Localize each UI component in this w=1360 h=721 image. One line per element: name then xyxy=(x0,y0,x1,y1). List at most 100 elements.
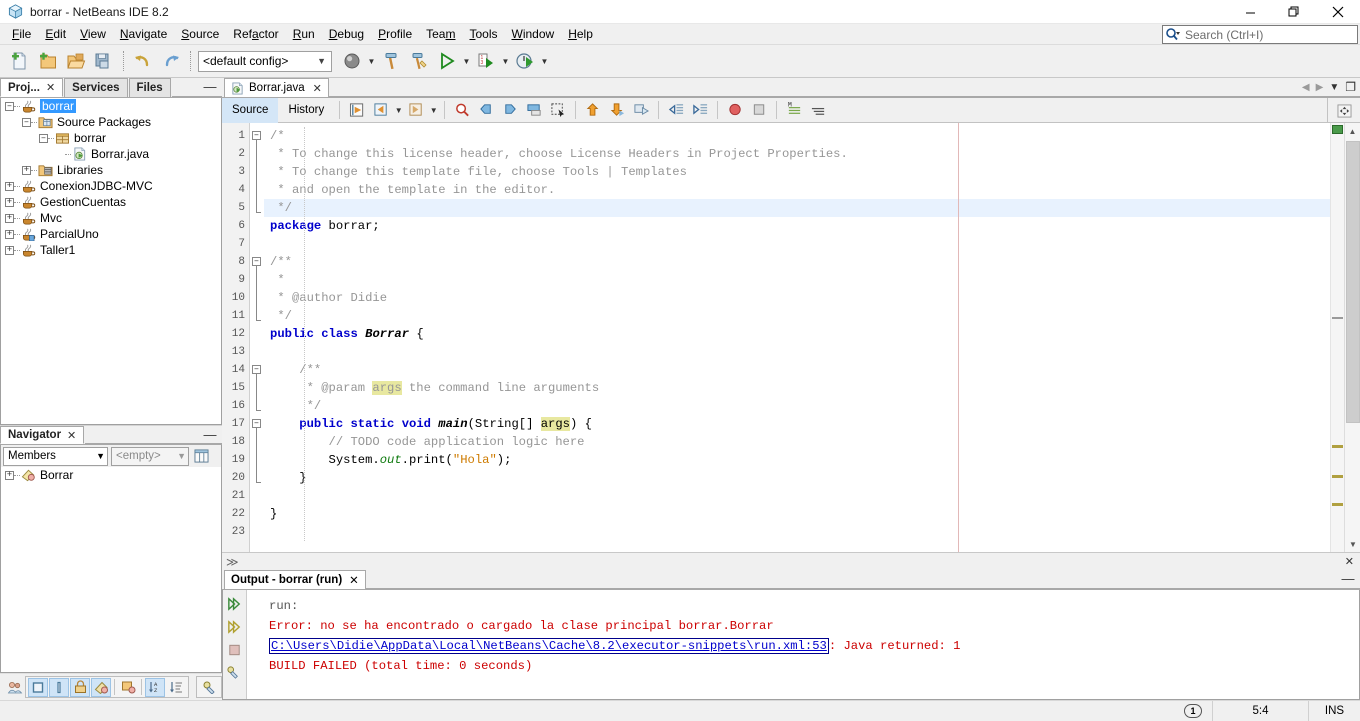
code-line[interactable]: } xyxy=(264,469,1330,487)
code-line[interactable]: /** xyxy=(264,253,1330,271)
run-project-icon[interactable] xyxy=(433,47,461,75)
tab-source[interactable]: Source xyxy=(222,97,279,123)
close-icon[interactable]: ✕ xyxy=(1345,555,1354,568)
tab-history[interactable]: History xyxy=(278,98,334,123)
undo-icon[interactable] xyxy=(129,47,157,75)
tree-item-borrar-java[interactable]: Borrar.java xyxy=(1,146,221,162)
hammer-icon[interactable] xyxy=(377,47,405,75)
find-selection-icon[interactable] xyxy=(450,99,474,121)
minimize-window-icon[interactable]: — xyxy=(1340,572,1356,585)
scroll-up-icon[interactable]: ▲ xyxy=(1345,123,1360,139)
code-line[interactable]: } xyxy=(264,505,1330,523)
collapse-toggle-icon[interactable]: – xyxy=(5,101,14,111)
scroll-tabs-left-icon[interactable]: ◀ xyxy=(1302,82,1310,93)
error-stripe-bar[interactable] xyxy=(1330,123,1344,552)
editor-vertical-scrollbar[interactable]: ▲ ▼ xyxy=(1344,123,1360,552)
stop-macro-recording-icon[interactable] xyxy=(747,99,771,121)
code-editor[interactable]: 1 2 3 4 5 6 7 8 9 10 11 12 13 14 15 16 17 18 19 20 21 22 23 – –… xyxy=(222,123,1360,552)
show-non-public-icon[interactable] xyxy=(70,677,90,697)
tree-item-parcialuno[interactable]: + ParcialUno xyxy=(1,226,221,242)
scrollbar-thumb[interactable] xyxy=(1346,141,1360,423)
tab-output-borrar-run[interactable]: Output - borrar (run) ✕ xyxy=(224,570,366,589)
menu-refactor[interactable]: Refactor xyxy=(226,25,285,44)
menu-file[interactable]: File xyxy=(5,25,38,44)
menu-window[interactable]: Window xyxy=(505,25,562,44)
tree-item-mvc[interactable]: + Mvc xyxy=(1,210,221,226)
close-button[interactable] xyxy=(1316,0,1360,24)
code-line[interactable]: * and open the template in the editor. xyxy=(264,181,1330,199)
code-line[interactable]: public static void main(String[] args) { xyxy=(264,415,1330,433)
projects-tree[interactable]: – borrar – Source Packages – borrar Borrar.jav… xyxy=(0,98,222,425)
menu-run[interactable]: Run xyxy=(286,25,322,44)
menu-team[interactable]: Team xyxy=(419,25,462,44)
expand-toggle-icon[interactable]: + xyxy=(5,245,14,255)
show-fields-icon[interactable] xyxy=(28,677,48,697)
show-constructors-icon[interactable] xyxy=(49,677,69,697)
debug-dropdown-arrow-icon[interactable]: ▼ xyxy=(500,57,511,66)
code-line[interactable]: * To change this license header, choose … xyxy=(264,145,1330,163)
shift-left-icon[interactable] xyxy=(664,99,688,121)
scroll-down-icon[interactable]: ▼ xyxy=(1345,536,1360,552)
tree-item-libraries[interactable]: + Libraries xyxy=(1,162,221,178)
code-line[interactable] xyxy=(264,523,1330,541)
expand-toggle-icon[interactable]: + xyxy=(5,181,14,191)
code-line[interactable]: /** xyxy=(264,361,1330,379)
code-line[interactable] xyxy=(264,487,1330,505)
previous-error-icon[interactable] xyxy=(581,99,605,121)
run-dropdown-arrow-icon[interactable]: ▼ xyxy=(461,57,472,66)
code-text-area[interactable]: /* * To change this license header, choo… xyxy=(264,123,1330,552)
tree-item-gestioncuentas[interactable]: + GestionCuentas xyxy=(1,194,221,210)
code-line[interactable]: System.out.print("Hola"); xyxy=(264,451,1330,469)
code-line[interactable]: * To change this template file, choose T… xyxy=(264,163,1330,181)
output-text[interactable]: run: Error: no se ha encontrado o cargado… xyxy=(247,590,1359,699)
expand-toggle-icon[interactable]: + xyxy=(5,470,14,480)
breadcrumb-expand-icon[interactable]: ≫ xyxy=(226,555,239,569)
back-icon[interactable] xyxy=(369,99,393,121)
search-input[interactable]: Search (Ctrl+I) xyxy=(1162,25,1358,44)
profile-project-icon[interactable] xyxy=(511,47,539,75)
sort-alphabetically-icon[interactable]: A Z xyxy=(145,677,165,697)
notification-indicator[interactable]: 1 xyxy=(1174,701,1212,721)
back-dropdown-arrow-icon[interactable]: ▼ xyxy=(393,106,404,115)
code-line[interactable] xyxy=(264,343,1330,361)
editor-tab-borrar-java[interactable]: Borrar.java ✕ xyxy=(224,78,329,97)
clean-build-icon[interactable] xyxy=(405,47,433,75)
menu-tools[interactable]: Tools xyxy=(462,25,504,44)
code-line[interactable]: /* xyxy=(264,127,1330,145)
shift-right-icon[interactable] xyxy=(688,99,712,121)
collapse-toggle-icon[interactable]: – xyxy=(39,133,48,143)
expand-toggle-icon[interactable]: + xyxy=(5,213,14,223)
menu-edit[interactable]: Edit xyxy=(38,25,73,44)
fold-collapse-icon[interactable]: – xyxy=(252,419,261,428)
minimize-window-icon[interactable]: — xyxy=(202,80,218,93)
previous-bookmark-icon[interactable] xyxy=(474,99,498,121)
filters-icon[interactable] xyxy=(192,447,210,466)
minimize-button[interactable] xyxy=(1228,0,1272,24)
fold-collapse-icon[interactable]: – xyxy=(252,131,261,140)
rerun-with-different-params-icon[interactable] xyxy=(225,617,245,636)
new-file-icon[interactable] xyxy=(6,47,34,75)
close-icon[interactable]: ✕ xyxy=(46,81,55,94)
code-line[interactable]: */ xyxy=(264,199,1330,217)
tab-services[interactable]: Services xyxy=(64,78,128,97)
tab-projects[interactable]: Proj... ✕ xyxy=(0,78,64,97)
filters-settings-icon[interactable] xyxy=(199,678,219,697)
rerun-icon[interactable] xyxy=(225,594,245,613)
start-macro-recording-icon[interactable] xyxy=(723,99,747,121)
close-icon[interactable]: ✕ xyxy=(313,82,322,95)
tree-item-borrar[interactable]: – borrar xyxy=(1,130,221,146)
minimize-window-icon[interactable]: — xyxy=(202,428,218,441)
code-line[interactable]: * xyxy=(264,271,1330,289)
project-config-select[interactable]: <default config> ▼ xyxy=(198,50,332,72)
output-link[interactable]: C:\Users\Didie\AppData\Local\NetBeans\Ca… xyxy=(269,638,829,654)
tab-navigator[interactable]: Navigator ✕ xyxy=(0,426,85,444)
show-inherited-members-icon[interactable] xyxy=(6,678,24,697)
code-line[interactable]: * @param args the command line arguments xyxy=(264,379,1330,397)
code-line[interactable]: */ xyxy=(264,307,1330,325)
sort-by-source-icon[interactable] xyxy=(166,678,186,697)
code-line[interactable]: */ xyxy=(264,397,1330,415)
fold-collapse-icon[interactable]: – xyxy=(252,365,261,374)
code-line[interactable]: * @author Didie xyxy=(264,289,1330,307)
shift-line-icon[interactable] xyxy=(629,99,653,121)
navigator-filter-select[interactable]: <empty> ▼ xyxy=(111,446,189,466)
